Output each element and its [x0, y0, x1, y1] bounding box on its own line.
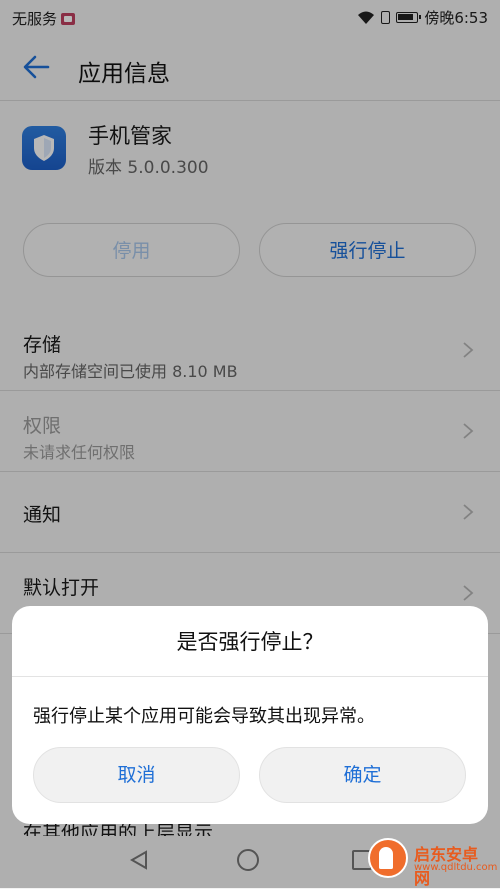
cancel-button[interactable]: 取消 [33, 747, 240, 803]
watermark: 启东安卓网 www.qdltdu.com [368, 838, 497, 888]
dialog-title: 是否强行停止？ [176, 630, 324, 654]
watermark-logo [368, 838, 408, 878]
watermark-url: www.qdltdu.com [414, 862, 498, 873]
force-stop-dialog: 是否强行停止？ 强行停止某个应用可能会导致其出现异常。 取消 确定 [12, 606, 488, 824]
dialog-divider [12, 676, 488, 677]
dialog-message: 强行停止某个应用可能会导致其出现异常。 [33, 706, 375, 727]
confirm-button[interactable]: 确定 [259, 747, 466, 803]
